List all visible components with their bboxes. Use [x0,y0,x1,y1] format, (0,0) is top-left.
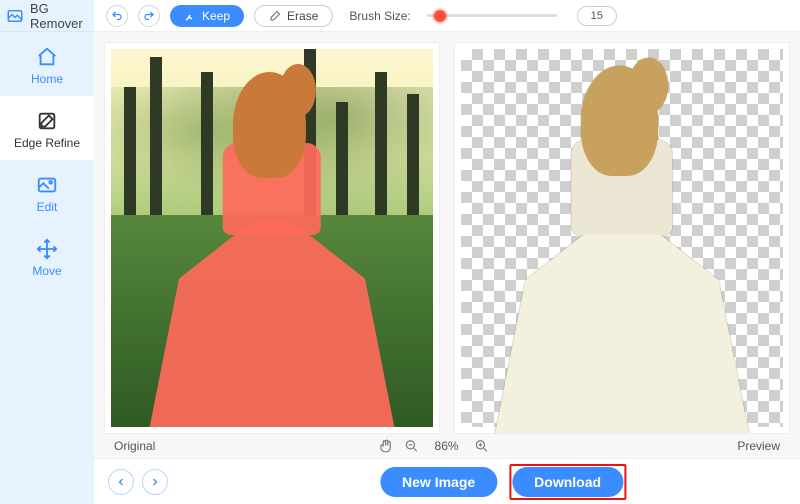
new-image-button[interactable]: New Image [380,467,497,497]
keep-button[interactable]: Keep [170,5,244,27]
redo-button[interactable] [138,5,160,27]
app-title: BG Remover [30,1,94,31]
undo-button[interactable] [106,5,128,27]
brush-size-value[interactable]: 15 [577,6,617,26]
sidebar-item-edge-refine[interactable]: Edge Refine [0,96,94,160]
app-logo-icon [6,7,24,25]
sidebar-item-label: Home [31,72,63,86]
sidebar-item-label: Move [32,264,61,278]
brush-size-label: Brush Size: [349,9,410,23]
original-panel[interactable] [104,42,440,434]
canvas-area: Original 86% Preview [94,32,800,458]
keep-label: Keep [202,9,230,23]
sidebar-item-label: Edge Refine [14,136,80,150]
sidebar-item-move[interactable]: Move [0,224,94,288]
footer: New Image Download [94,458,800,504]
sidebar-item-edit[interactable]: Edit [0,160,94,224]
original-image [111,49,433,427]
toolbar: Keep Erase Brush Size: 15 [94,0,800,32]
zoom-value: 86% [430,439,464,453]
home-icon [36,46,58,68]
cutout-image [495,66,749,433]
prev-button[interactable] [108,469,134,495]
status-bar: Original 86% Preview [104,434,790,458]
next-button[interactable] [142,469,168,495]
app-logo-bar: BG Remover [0,0,94,32]
erase-label: Erase [287,9,318,23]
preview-label: Preview [737,439,780,453]
preview-panel[interactable] [454,42,790,434]
zoom-in-button[interactable] [474,438,490,454]
sidebar-item-home[interactable]: Home [0,32,94,96]
edge-refine-icon [36,110,58,132]
erase-button[interactable]: Erase [254,5,333,27]
edit-icon [36,174,58,196]
brush-size-slider[interactable] [427,6,557,26]
download-highlight: Download [509,464,626,500]
pan-icon[interactable] [378,438,394,454]
sidebar-item-label: Edit [37,200,58,214]
original-label: Original [114,439,155,453]
zoom-out-button[interactable] [404,438,420,454]
sidebar: BG Remover Home Edge Refine Edit Move [0,0,94,504]
move-icon [36,238,58,260]
download-button[interactable]: Download [512,467,623,497]
